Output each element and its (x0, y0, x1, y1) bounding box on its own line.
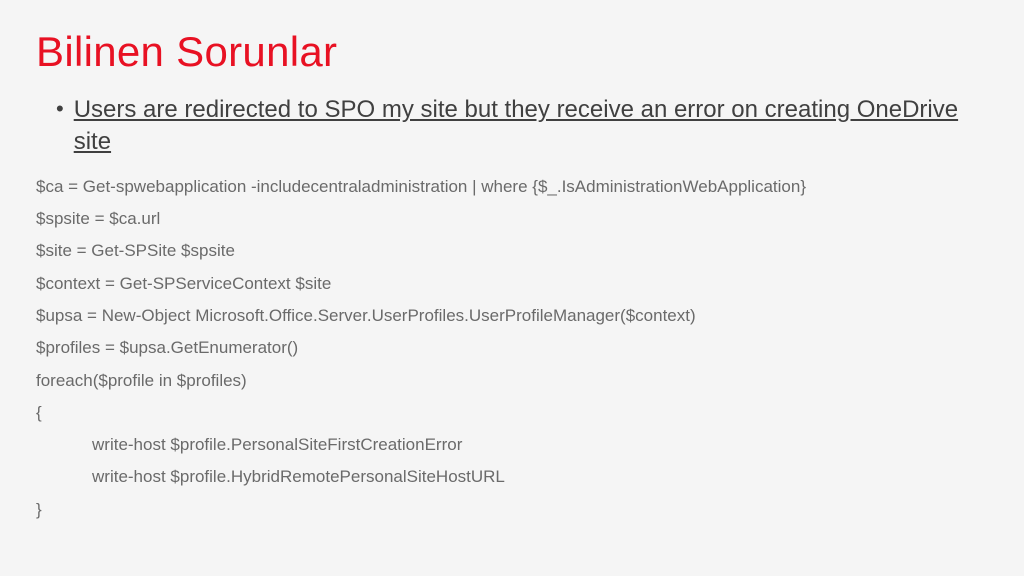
code-line: $profiles = $upsa.GetEnumerator() (36, 332, 988, 364)
code-line: $ca = Get-spwebapplication -includecentr… (36, 171, 988, 203)
code-line: $site = Get-SPSite $spsite (36, 235, 988, 267)
code-line: write-host $profile.PersonalSiteFirstCre… (36, 429, 988, 461)
code-line: foreach($profile in $profiles) (36, 365, 988, 397)
bullet-marker: • (56, 94, 64, 124)
bullet-text: Users are redirected to SPO my site but … (74, 94, 988, 159)
code-line: $upsa = New-Object Microsoft.Office.Serv… (36, 300, 988, 332)
code-block: $ca = Get-spwebapplication -includecentr… (36, 171, 988, 526)
code-line: } (36, 494, 988, 526)
code-line: { (36, 397, 988, 429)
slide-title: Bilinen Sorunlar (36, 28, 988, 76)
code-line: write-host $profile.HybridRemotePersonal… (36, 461, 988, 493)
code-line: $spsite = $ca.url (36, 203, 988, 235)
code-line: $context = Get-SPServiceContext $site (36, 268, 988, 300)
bullet-item: • Users are redirected to SPO my site bu… (36, 94, 988, 159)
